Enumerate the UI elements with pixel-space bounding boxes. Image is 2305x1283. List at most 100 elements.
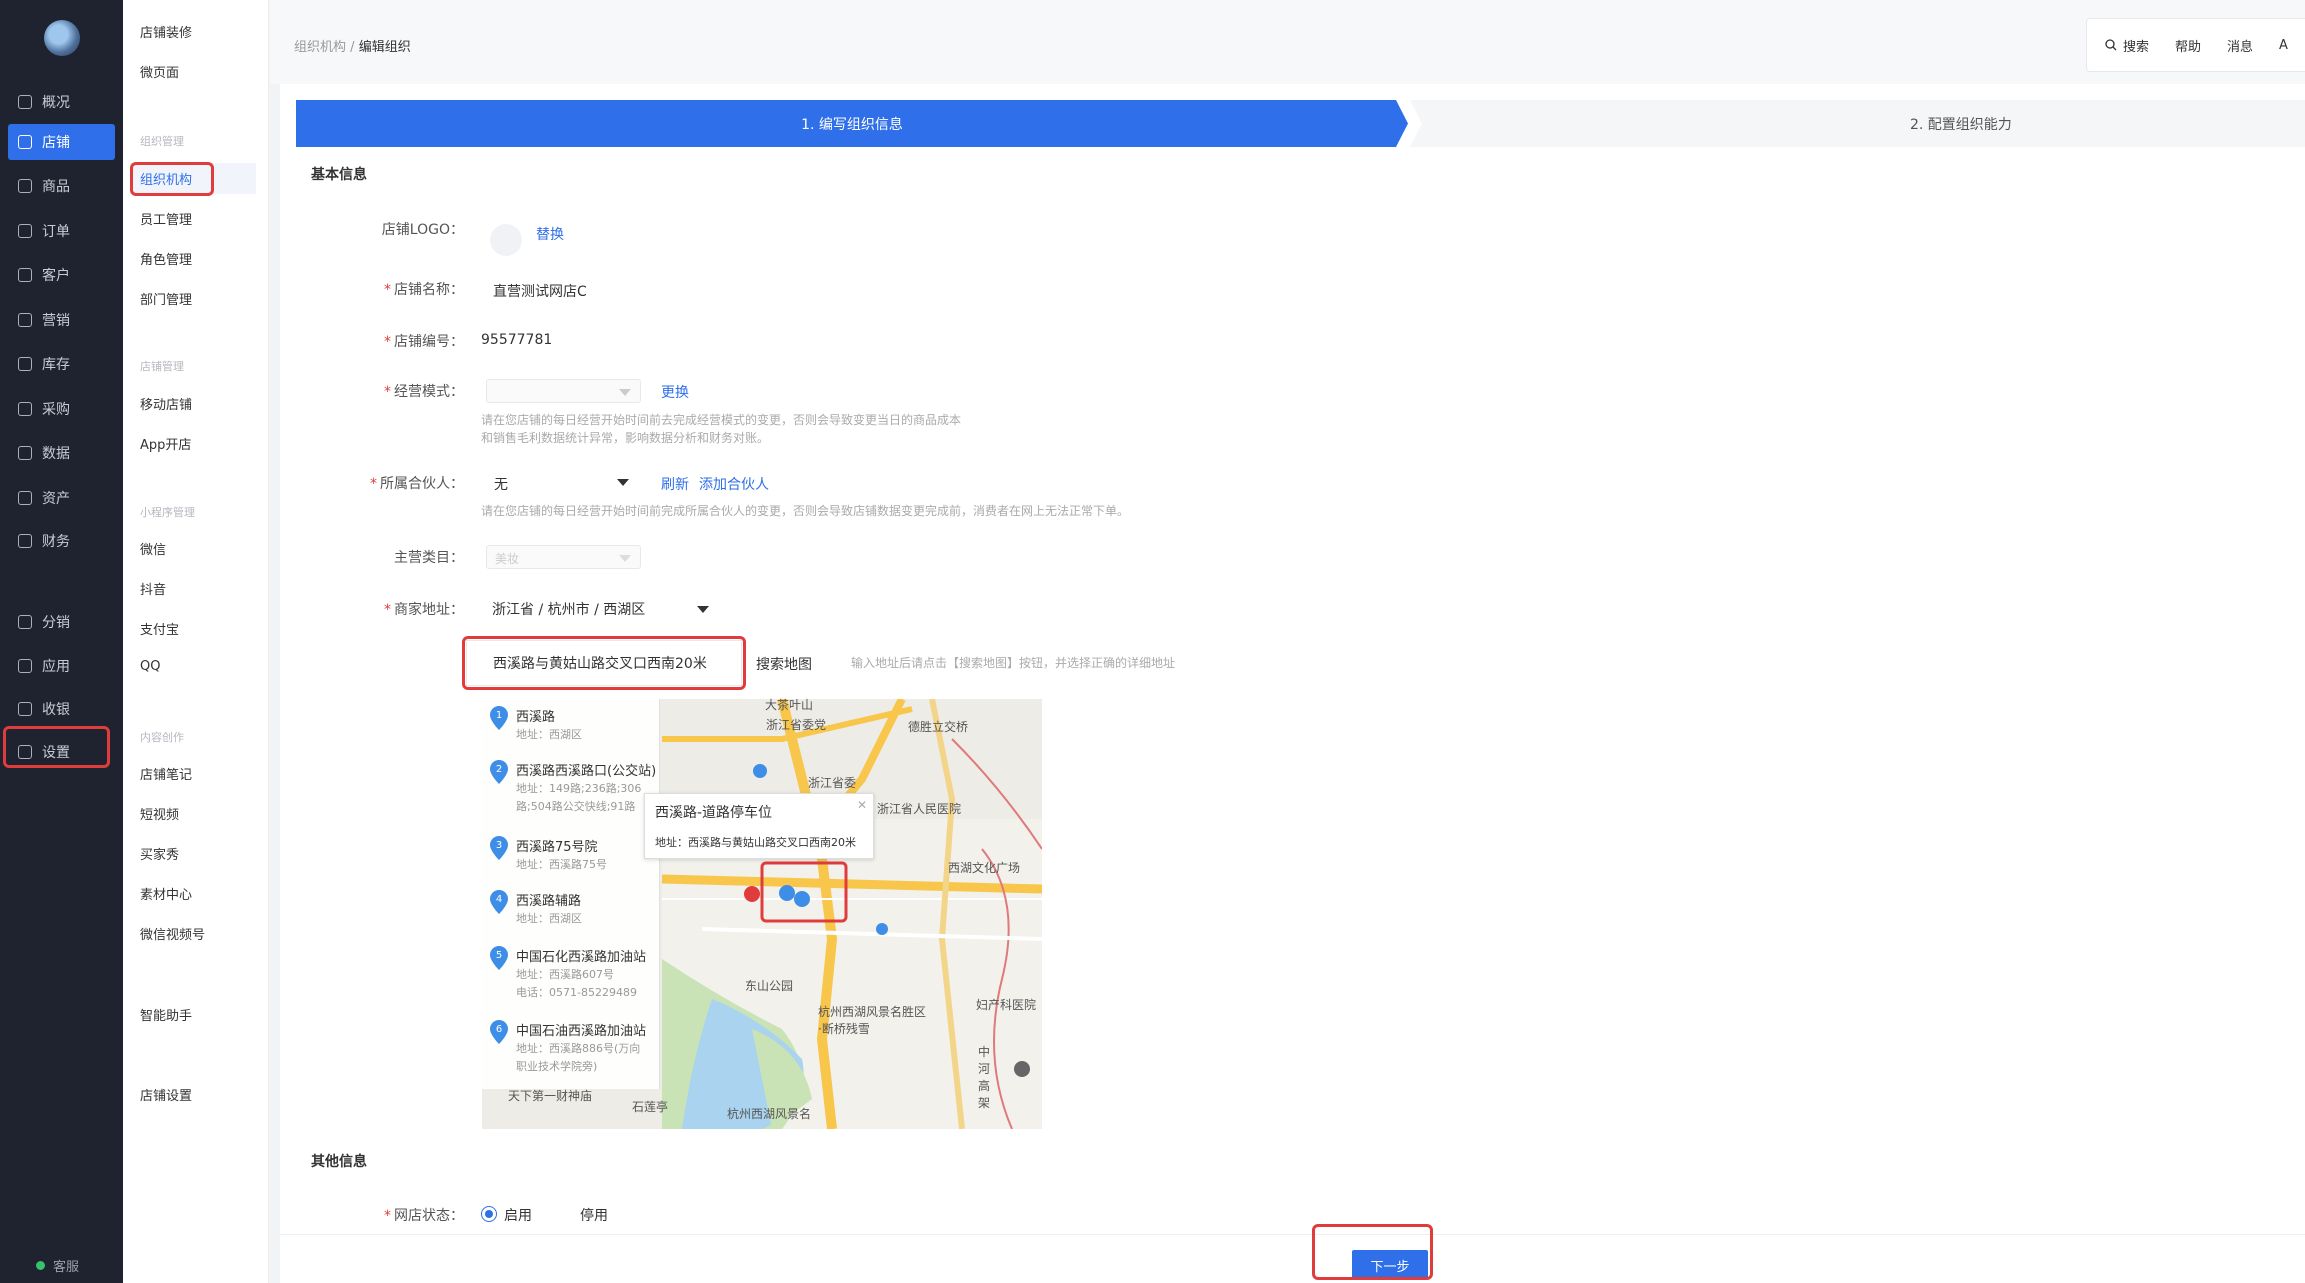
chevron-down-icon [619, 389, 631, 396]
sub-item[interactable]: 移动店铺 [140, 394, 192, 413]
map-pin-icon: 2 [490, 760, 508, 784]
sub-item-assistant[interactable]: 智能助手 [140, 1005, 192, 1024]
nav-item-label: 库存 [42, 357, 70, 373]
nav-item-10[interactable]: 财务 [8, 523, 115, 559]
map-label-1: 德胜立交桥 [908, 720, 969, 734]
sub-item[interactable]: QQ [140, 659, 160, 674]
avatar[interactable] [44, 20, 80, 56]
sub-item[interactable]: 短视频 [140, 804, 179, 823]
map-result-detail: 地址：西湖区 [516, 912, 582, 925]
nav-item-5[interactable]: 营销 [8, 302, 115, 338]
store-name-field[interactable]: 直营测试网店C [493, 281, 587, 301]
section-other-title: 其他信息 [311, 1154, 367, 1170]
status-on-radio[interactable] [481, 1206, 497, 1222]
breadcrumb-parent[interactable]: 组织机构 [294, 40, 346, 55]
sub-item[interactable]: 抖音 [140, 579, 166, 598]
nav-item-label: 数据 [42, 446, 70, 462]
sub-item-micropage[interactable]: 微页面 [140, 62, 179, 81]
svg-text:4: 4 [496, 894, 502, 905]
store-name-label: * 店铺名称： [384, 282, 464, 298]
nav-item-label: 资产 [42, 491, 70, 507]
add-partner-link[interactable]: 添加合伙人 [699, 474, 769, 494]
customer-service-link[interactable]: 客服 [36, 1256, 79, 1275]
sub-item[interactable]: 微信视频号 [140, 924, 205, 943]
customer-service-label: 客服 [53, 1260, 80, 1275]
logo-label: 店铺LOGO： [381, 222, 464, 238]
map-label-5: 西湖文化广场 [948, 861, 1021, 875]
customer-icon [18, 268, 32, 282]
sub-item[interactable]: App开店 [140, 434, 191, 453]
nav-item-1[interactable]: 店铺 [8, 124, 115, 160]
map-label-10: 石莲亭 [632, 1100, 669, 1114]
nav-item-7[interactable]: 采购 [8, 391, 115, 427]
sub-item[interactable]: 素材中心 [140, 884, 192, 903]
status-off-label[interactable]: 停用 [580, 1205, 608, 1225]
highlight-box-settings [3, 726, 110, 768]
map-label-8: 妇产科医院 [976, 998, 1037, 1012]
change-mode-link[interactable]: 更换 [661, 382, 689, 402]
nav-item-12[interactable]: 应用 [8, 648, 115, 684]
map-label-4: 浙江省人民医院 [877, 802, 962, 816]
online-status-icon [36, 1261, 45, 1270]
nav-item-11[interactable]: 分销 [8, 604, 115, 640]
nav-item-6[interactable]: 库存 [8, 346, 115, 382]
search-icon [2105, 39, 2117, 51]
nav-item-8[interactable]: 数据 [8, 435, 115, 471]
map-label-12: 中河高架 [978, 1045, 991, 1110]
sub-item-store-settings[interactable]: 店铺设置 [140, 1085, 192, 1104]
partner-hint: 请在您店铺的每日经营开始时间前完成所属合伙人的变更，否则会导致店铺数据变更完成前… [481, 504, 1130, 518]
partner-select[interactable]: 无 [494, 474, 508, 494]
nav-item-3[interactable]: 订单 [8, 213, 115, 249]
region-cascader[interactable]: 浙江省 / 杭州市 / 西湖区 [492, 599, 645, 619]
nav-item-4[interactable]: 客户 [8, 257, 115, 293]
map-label-11: 杭州西湖风景名 [727, 1107, 812, 1121]
account-button[interactable]: A [2279, 38, 2288, 53]
mode-hint-2: 和销售毛利数据统计异常，影响数据分析和财务对账。 [481, 431, 770, 445]
breadcrumb-current: 编辑组织 [358, 40, 411, 55]
sub-item[interactable]: 员工管理 [140, 209, 192, 228]
highlight-box-next [1312, 1224, 1433, 1280]
goods-icon [18, 179, 32, 193]
top-toolbox: 搜索 帮助 消息 A [2086, 18, 2305, 72]
map-result-detail: 地址：西溪路75号 [516, 858, 607, 871]
map-label-6: 东山公园 [745, 979, 794, 993]
address-hint: 输入地址后请点击【搜索地图】按钮，并选择正确的详细地址 [851, 656, 1176, 670]
nav-item-0[interactable]: 概况 [8, 84, 115, 120]
map-pin-icon: 5 [490, 946, 508, 970]
breadcrumb: 组织机构 / 编辑组织 [294, 36, 411, 55]
sub-item-decoration[interactable]: 店铺装修 [140, 22, 192, 41]
category-select[interactable]: 美妆 [486, 545, 641, 569]
chevron-down-icon [697, 606, 709, 613]
sub-item[interactable]: 部门管理 [140, 289, 192, 308]
close-icon[interactable]: ✕ [857, 798, 867, 812]
sub-item[interactable]: 买家秀 [140, 844, 179, 863]
sub-group-title: 内容创作 [140, 731, 184, 744]
status-on-label: 启用 [504, 1208, 532, 1224]
sub-item[interactable]: 店铺笔记 [140, 764, 192, 783]
nav-item-9[interactable]: 资产 [8, 480, 115, 516]
search-map-button[interactable]: 搜索地图 [756, 654, 812, 674]
refresh-partner-link[interactable]: 刷新 [661, 474, 689, 494]
sub-group-title: 店铺管理 [140, 360, 184, 373]
nav-item-label: 客户 [42, 268, 70, 284]
sub-item[interactable]: 角色管理 [140, 249, 192, 268]
marketing-icon [18, 313, 32, 327]
replace-logo-link[interactable]: 替换 [536, 224, 564, 244]
chevron-down-icon [617, 479, 629, 486]
map-label-9: 天下第一财神庙 [508, 1089, 593, 1103]
help-button[interactable]: 帮助 [2175, 36, 2201, 55]
mode-hint-1: 请在您店铺的每日经营开始时间前去完成经营模式的变更，否则会导致变更当日的商品成本 [481, 413, 962, 427]
nav-item-label: 收银 [42, 702, 70, 718]
nav-item-2[interactable]: 商品 [8, 168, 115, 204]
sub-item[interactable]: 支付宝 [140, 619, 179, 638]
sub-item[interactable]: 微信 [140, 539, 166, 558]
map-label-7: 杭州西湖风景名胜区·断桥残雪 [818, 1005, 927, 1036]
highlight-box-org [130, 162, 214, 196]
business-mode-label: * 经营模式： [384, 384, 464, 400]
footer-bar [280, 1234, 2305, 1283]
business-mode-select[interactable] [486, 379, 641, 403]
message-button[interactable]: 消息 [2227, 36, 2253, 55]
store-code-label: * 店铺编号： [384, 334, 464, 350]
top-search-button[interactable]: 搜索 [2105, 36, 2149, 55]
nav-item-13[interactable]: 收银 [8, 691, 115, 727]
